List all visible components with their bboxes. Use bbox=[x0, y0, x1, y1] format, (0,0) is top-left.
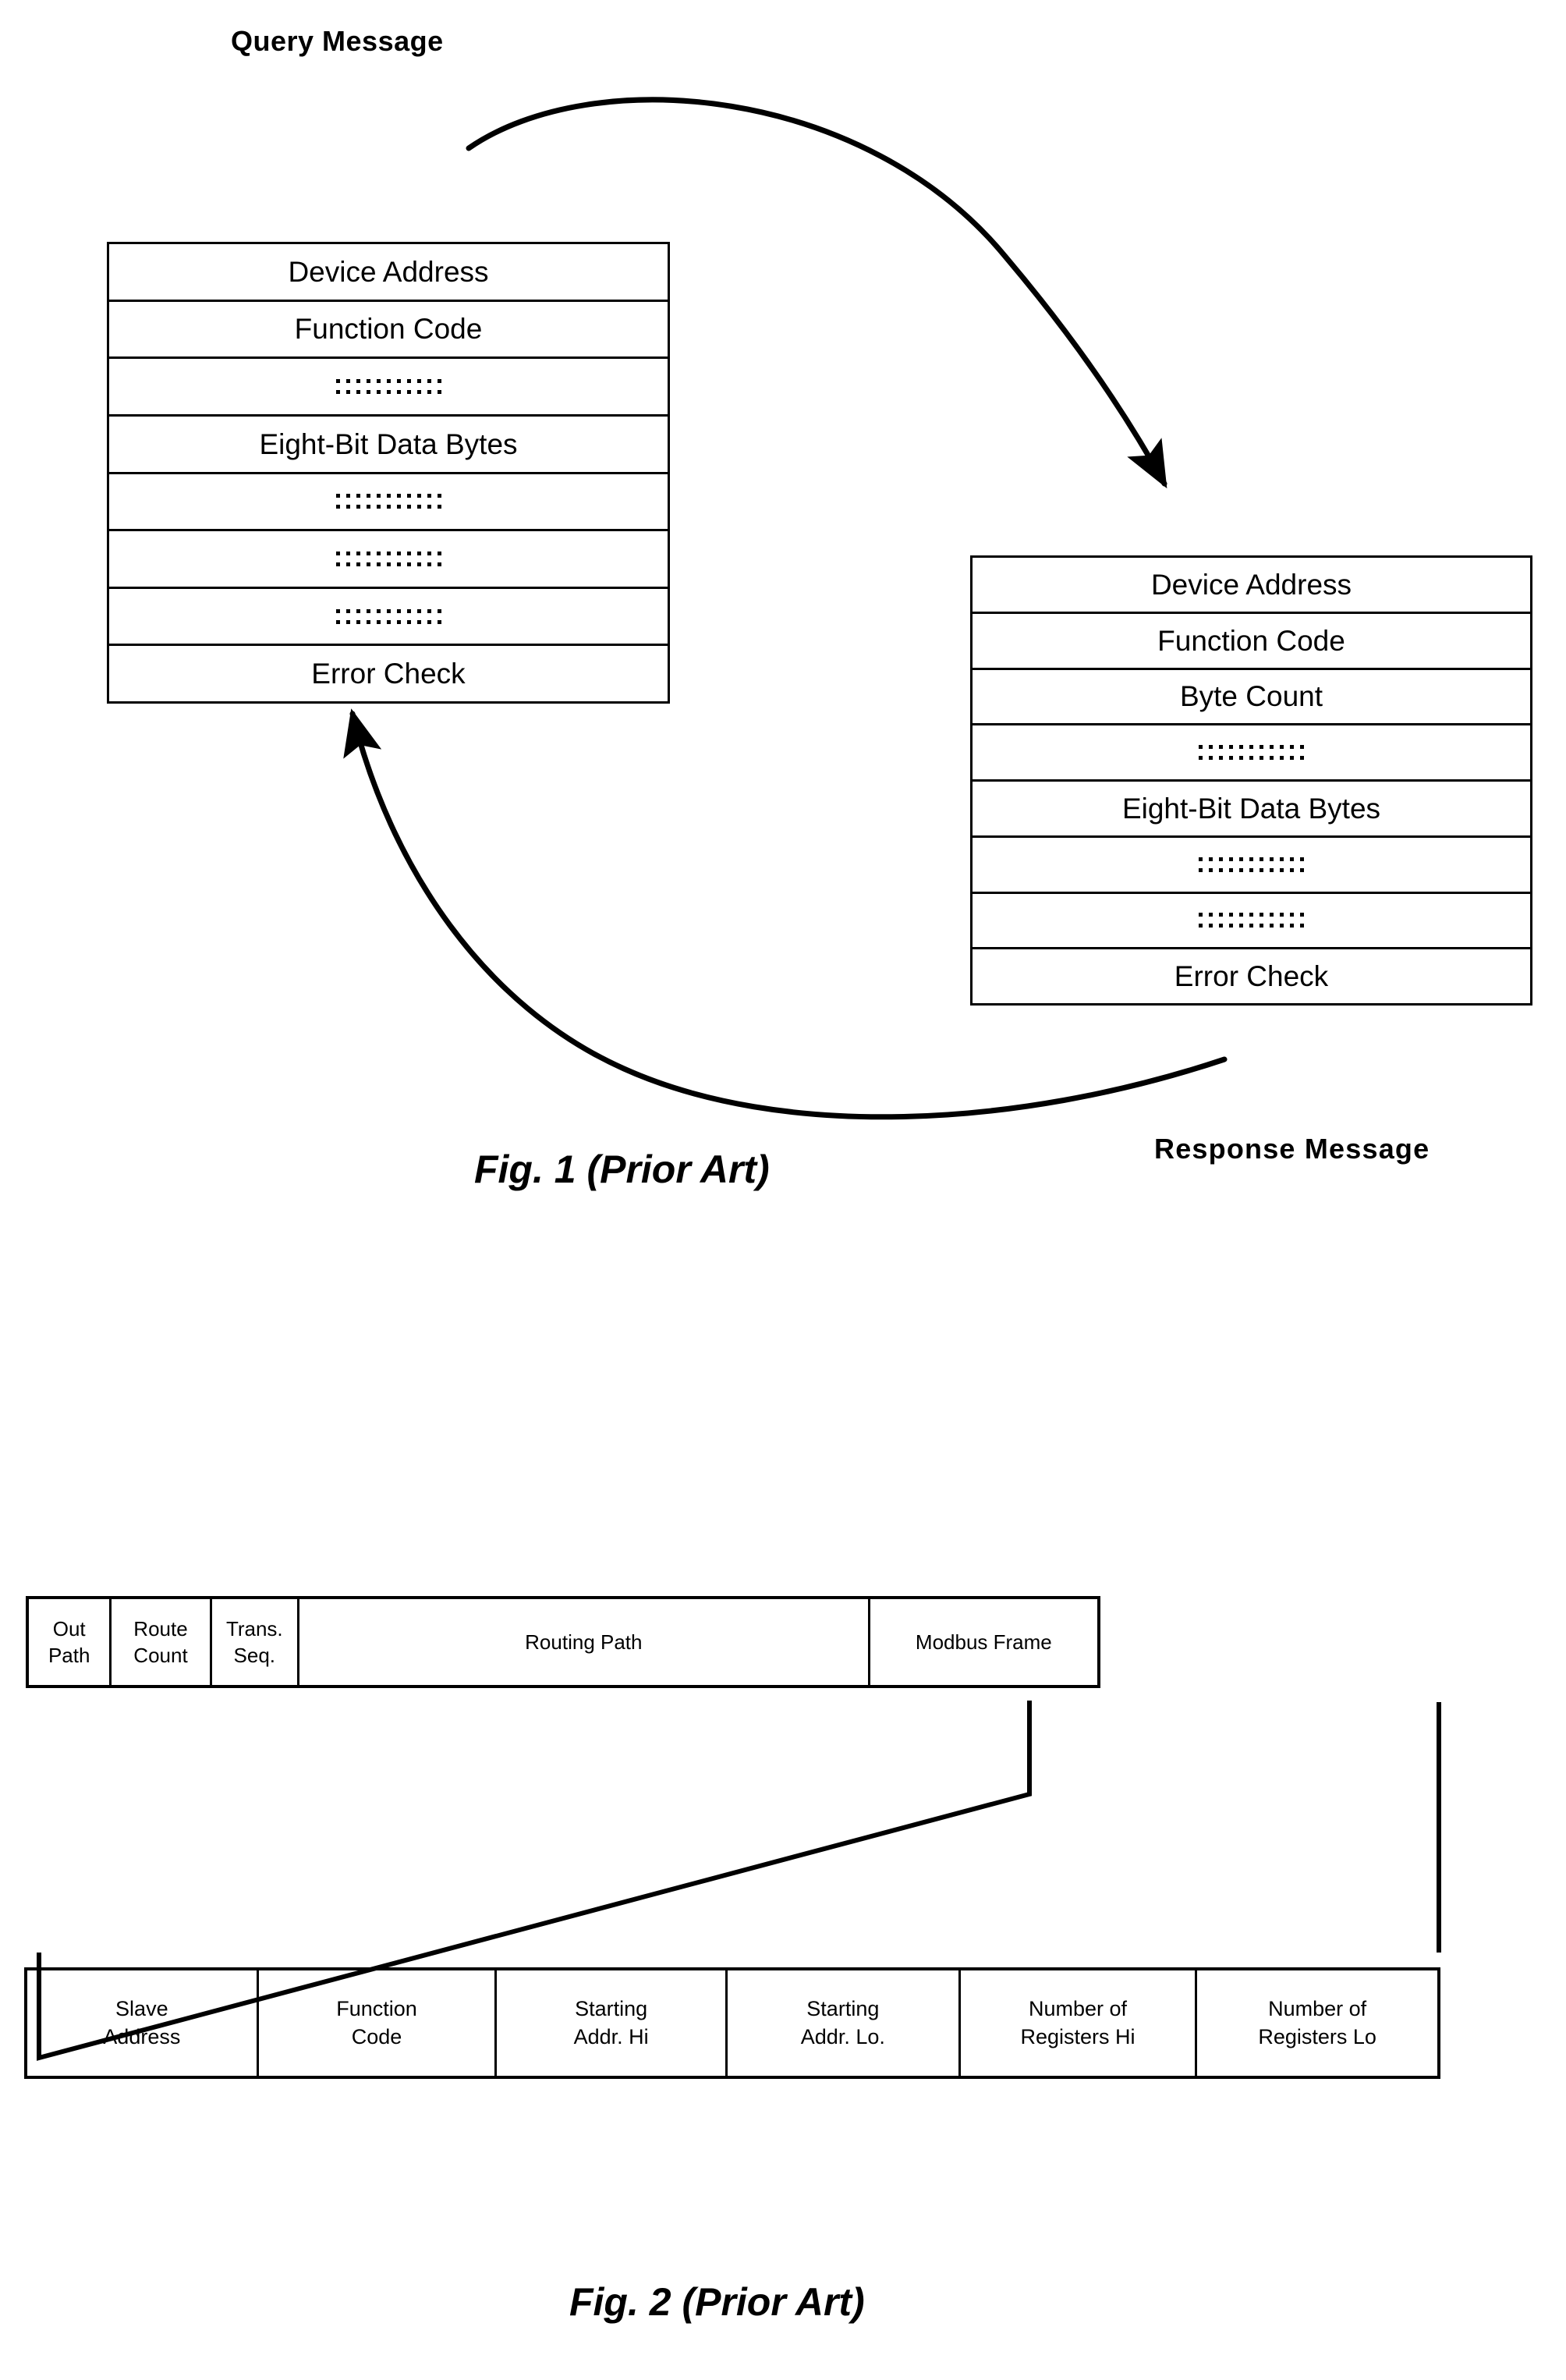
ellipsis-dots-icon bbox=[1199, 913, 1304, 928]
modbus-frame-cell-label: Number of Registers Lo bbox=[1258, 1996, 1376, 2048]
ellipsis-dots-icon bbox=[335, 551, 441, 566]
response-frame-row bbox=[973, 725, 1530, 782]
modbus-frame-cell-label: Function Code bbox=[336, 1996, 417, 2048]
routing-frame-bar: Out Path Route Count Trans. Seq. Routing Pa… bbox=[26, 1596, 1100, 1688]
ellipsis-dots-icon bbox=[335, 494, 441, 509]
ellipsis-dots-icon bbox=[335, 379, 441, 395]
query-frame-row: Eight-Bit Data Bytes bbox=[109, 417, 668, 474]
response-frame-row bbox=[973, 894, 1530, 950]
routing-frame-cell-label: Out Path bbox=[48, 1616, 90, 1667]
response-frame-row-label: Error Check bbox=[1174, 960, 1329, 993]
query-message-frame-table: Device Address Function Code Eight-Bit Dat… bbox=[107, 242, 670, 704]
query-frame-row-label: Device Address bbox=[288, 255, 489, 288]
routing-frame-cell-label: Trans. Seq. bbox=[225, 1616, 283, 1667]
query-frame-row-label: Eight-Bit Data Bytes bbox=[259, 427, 518, 460]
query-frame-row bbox=[109, 531, 668, 589]
routing-frame-cell: Route Count bbox=[112, 1599, 212, 1685]
response-frame-row-label: Byte Count bbox=[1179, 680, 1323, 713]
figure-1-caption: Fig. 1 (Prior Art) bbox=[474, 1147, 770, 1191]
modbus-frame-cell-label: Number of Registers Hi bbox=[1020, 1996, 1136, 2048]
ellipsis-dots-icon bbox=[335, 608, 441, 624]
response-message-frame-table: Device Address Function Code Byte Count Eig… bbox=[970, 555, 1532, 1006]
routing-frame-cell: Routing Path bbox=[299, 1599, 870, 1685]
response-frame-row: Byte Count bbox=[973, 670, 1530, 726]
response-frame-row: Function Code bbox=[973, 614, 1530, 670]
routing-frame-cell: Modbus Frame bbox=[870, 1599, 1097, 1685]
routing-frame-cell: Out Path bbox=[29, 1599, 112, 1685]
figure-2-caption: Fig. 2 (Prior Art) bbox=[569, 2280, 865, 2324]
routing-frame-cell-label: Modbus Frame bbox=[915, 1630, 1052, 1654]
routing-frame-cell: Trans. Seq. bbox=[212, 1599, 299, 1685]
routing-frame-cell-label: Route Count bbox=[133, 1616, 188, 1667]
modbus-frame-cell: Starting Addr. Hi bbox=[497, 1970, 728, 2076]
modbus-frame-cell-label: Slave Address bbox=[103, 1996, 181, 2048]
response-message-label: Response Message bbox=[1154, 1133, 1430, 1165]
response-frame-row: Error Check bbox=[973, 949, 1530, 1003]
patent-figure-page: Query Message Device Address Function Cod… bbox=[0, 0, 1566, 2380]
query-frame-row bbox=[109, 359, 668, 417]
modbus-frame-cell: Slave Address bbox=[27, 1970, 259, 2076]
modbus-frame-cell-label: Starting Addr. Lo. bbox=[800, 1996, 885, 2048]
query-message-label: Query Message bbox=[231, 25, 444, 57]
query-frame-row-label: Error Check bbox=[311, 658, 466, 690]
response-frame-row-label: Eight-Bit Data Bytes bbox=[1121, 792, 1381, 825]
routing-frame-cell-label: Routing Path bbox=[525, 1630, 643, 1654]
modbus-frame-cell-label: Starting Addr. Hi bbox=[573, 1996, 649, 2048]
modbus-frame-bar: Slave Address Function Code Starting Addr.… bbox=[24, 1967, 1440, 2079]
ellipsis-dots-icon bbox=[1199, 745, 1304, 761]
query-frame-row: Device Address bbox=[109, 244, 668, 302]
response-frame-row-label: Function Code bbox=[1157, 624, 1345, 657]
query-frame-row bbox=[109, 589, 668, 647]
query-frame-row: Error Check bbox=[109, 646, 668, 701]
modbus-frame-cell: Function Code bbox=[259, 1970, 498, 2076]
response-frame-row: Device Address bbox=[973, 558, 1530, 614]
query-frame-row-label: Function Code bbox=[294, 313, 483, 346]
query-frame-row bbox=[109, 474, 668, 532]
modbus-frame-cell: Number of Registers Lo bbox=[1197, 1970, 1437, 2076]
response-frame-row: Eight-Bit Data Bytes bbox=[973, 782, 1530, 838]
response-frame-row-label: Device Address bbox=[1150, 568, 1352, 601]
ellipsis-dots-icon bbox=[1199, 857, 1304, 872]
modbus-frame-cell: Number of Registers Hi bbox=[961, 1970, 1198, 2076]
modbus-frame-cell: Starting Addr. Lo. bbox=[728, 1970, 961, 2076]
response-frame-row bbox=[973, 838, 1530, 894]
query-frame-row: Function Code bbox=[109, 302, 668, 360]
